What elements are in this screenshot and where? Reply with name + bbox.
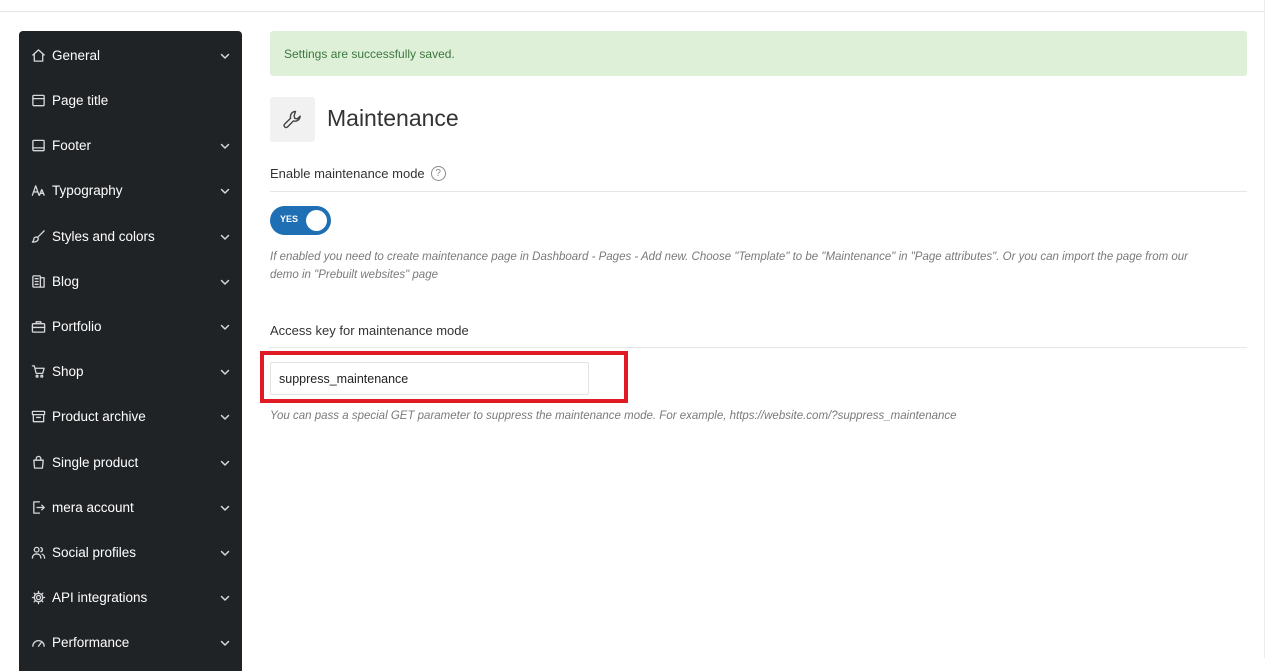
sidebar-item-label: Blog [52,274,80,289]
sidebar-item-label: API integrations [52,590,148,605]
maintenance-mode-label: Enable maintenance mode ? [270,166,446,181]
sidebar-item-page-title[interactable]: Page title [19,78,242,123]
chevron-down-icon [220,503,230,513]
description-line: If enabled you need to create maintenanc… [270,251,1189,263]
sidebar-item-label: mera account [52,500,134,515]
chevron-down-icon [220,51,230,61]
chevron-down-icon [220,367,230,377]
maintenance-mode-label-text: Enable maintenance mode [270,166,425,181]
blog-icon [31,274,46,289]
page-title-icon [31,93,46,108]
settings-sidebar: General Page title Footer Typography Sty… [19,31,242,671]
sidebar-item-label: Social profiles [52,545,137,560]
sidebar-item-product-archive[interactable]: Product archive [19,394,242,439]
access-key-input[interactable] [270,362,589,395]
window-scrollbar[interactable] [1264,0,1275,658]
chevron-down-icon [220,593,230,603]
help-icon[interactable]: ? [430,166,446,181]
sidebar-item-general[interactable]: General [19,33,242,78]
sidebar-item-api-integrations[interactable]: API integrations [19,575,242,620]
sidebar-item-footer[interactable]: Footer [19,123,242,168]
sidebar-item-single-product[interactable]: Single product [19,440,242,485]
chevron-down-icon [220,277,230,287]
sidebar-item-label: Single product [52,455,139,470]
briefcase-icon [31,319,46,334]
chevron-down-icon [220,638,230,648]
toggle-knob [306,210,327,231]
toggle-state-text: YES [280,214,299,224]
maintenance-mode-toggle[interactable]: YES [270,206,331,235]
sidebar-item-account[interactable]: mera account [19,485,242,530]
chevron-down-icon [220,322,230,332]
chevron-down-icon [220,232,230,242]
success-alert: Settings are successfully saved. [270,31,1247,76]
sidebar-item-typography[interactable]: Typography [19,168,242,213]
sidebar-item-label: Styles and colors [52,229,155,244]
gear-icon [31,590,46,605]
description-line: demo in "Prebuilt websites" page [270,269,438,281]
chevron-down-icon [220,412,230,422]
sidebar-item-social-profiles[interactable]: Social profiles [19,530,242,575]
section-divider [270,191,1247,192]
users-icon [31,545,46,560]
sidebar-item-label: Product archive [52,409,146,424]
login-icon [31,500,46,515]
cart-icon [31,364,46,379]
sidebar-item-portfolio[interactable]: Portfolio [19,304,242,349]
sidebar-item-performance[interactable]: Performance [19,620,242,665]
access-key-label: Access key for maintenance mode [270,323,469,338]
chevron-down-icon [220,458,230,468]
maintenance-mode-description: If enabled you need to create maintenanc… [270,248,1230,284]
brush-icon [31,229,46,244]
chevron-down-icon [220,141,230,151]
sidebar-item-label: Typography [52,183,123,198]
sidebar-item-label: Portfolio [52,319,102,334]
sidebar-item-label: Footer [52,138,92,153]
footer-icon [31,138,46,153]
access-key-description: You can pass a special GET parameter to … [270,410,957,422]
typography-icon [31,183,46,198]
bag-icon [31,455,46,470]
page-title: Maintenance [327,105,459,131]
top-divider [0,11,1265,12]
sidebar-item-label: General [52,48,101,63]
home-icon [31,48,46,63]
chevron-down-icon [220,186,230,196]
sidebar-item-label: Shop [52,364,84,379]
section-divider [270,347,1247,348]
alert-text: Settings are successfully saved. [284,46,455,61]
sidebar-item-label: Performance [52,635,130,650]
chevron-down-icon [220,548,230,558]
gauge-icon [31,635,46,650]
sidebar-item-styles-and-colors[interactable]: Styles and colors [19,214,242,259]
archive-icon [31,409,46,424]
access-key-label-text: Access key for maintenance mode [270,323,469,338]
wrench-icon [270,97,315,142]
sidebar-item-label: Page title [52,93,109,108]
sidebar-item-blog[interactable]: Blog [19,259,242,304]
sidebar-item-shop[interactable]: Shop [19,349,242,394]
